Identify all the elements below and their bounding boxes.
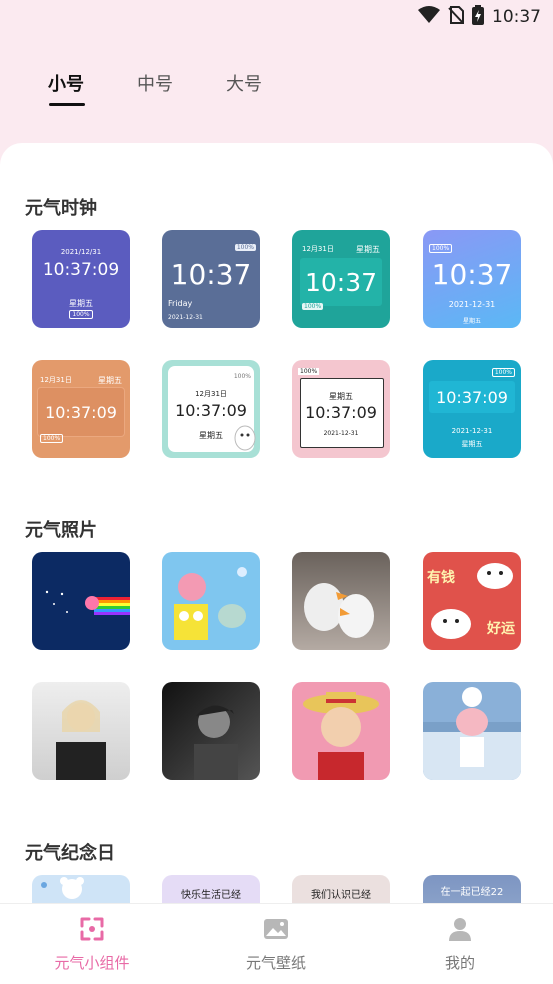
section-title-photo: 元气照片	[25, 520, 97, 541]
no-sim-icon	[448, 6, 464, 28]
clock-time: 10:37:09	[45, 403, 117, 422]
clock-time: 10:37	[431, 258, 513, 291]
clock-weekday: 星期五	[462, 318, 481, 325]
anniversary-text: 我们认识已经	[311, 890, 371, 901]
tab-small[interactable]: 小号	[48, 70, 85, 106]
clock-time: 10:37:09	[305, 403, 377, 422]
nav-me[interactable]: 我的	[400, 916, 520, 973]
clock-widget-4[interactable]: 100% 10:37 2021-12-31 星期五	[423, 230, 521, 328]
battery-label: 100%	[40, 434, 64, 443]
clock-date: 12月31日	[40, 376, 72, 384]
photo-widget-spongebob-patrick[interactable]	[162, 552, 260, 650]
portrait-icon	[56, 700, 106, 780]
clock-widget-7[interactable]: 100% 星期五 10:37:09 2021-12-31	[292, 360, 390, 458]
clock-weekday: 星期五	[356, 245, 380, 254]
clock-time: 10:37	[304, 268, 378, 297]
cow-icon	[431, 563, 513, 639]
battery-label: 100%	[429, 244, 453, 253]
battery-label: 100%	[233, 373, 251, 380]
clock-date: 2021-12-31	[168, 314, 203, 321]
anniversary-text: 在一起已经22	[440, 887, 504, 898]
clock-weekday: Friday	[168, 299, 193, 308]
clock-date: 2021-12-31	[448, 300, 496, 309]
clock-widget-6[interactable]: 100% 12月31日 10:37:09 星期五	[162, 360, 260, 458]
duck-icon	[304, 583, 374, 638]
content-sheet: 元气时钟 2021/12/31 10:37:09 星期五 100% 100% 1…	[0, 143, 553, 983]
photo-widget-lucky-cows[interactable]: 有钱 好运	[423, 552, 521, 650]
nav-label: 元气小组件	[54, 954, 130, 972]
clock-widget-3[interactable]: 12月31日 星期五 10:37 100%	[292, 230, 390, 328]
nav-widgets[interactable]: 元气小组件	[32, 916, 152, 973]
user-icon	[400, 916, 520, 946]
straw-hat-icon	[303, 692, 379, 780]
clock-date: 2021-12-31	[323, 430, 359, 437]
clock-date: 2021-12-31	[451, 427, 493, 435]
clock-widget-5[interactable]: 12月31日 星期五 10:37:09 100%	[32, 360, 130, 458]
status-time: 10:37	[492, 7, 541, 27]
battery-label: 100%	[302, 303, 324, 310]
clock-widget-1[interactable]: 2021/12/31 10:37:09 星期五 100%	[32, 230, 130, 328]
clock-widget-2[interactable]: 100% 10:37 Friday 2021-12-31	[162, 230, 260, 328]
clock-weekday: 星期五	[329, 392, 353, 401]
clock-widget-8[interactable]: 100% 10:37:09 2021-12-31 星期五	[423, 360, 521, 458]
pig-chef-icon	[423, 687, 521, 780]
battery-label: 100%	[234, 244, 256, 251]
nyan-cat-icon	[45, 590, 130, 615]
clock-time: 10:37:09	[175, 401, 247, 420]
clock-weekday: 星期五	[461, 440, 483, 448]
section-title-clock: 元气时钟	[25, 198, 97, 219]
photo-widget-white-ducks[interactable]	[292, 552, 390, 650]
anniversary-text: 快乐生活已经	[181, 890, 241, 901]
clock-date: 12月31日	[302, 245, 334, 253]
clock-weekday: 星期五	[98, 376, 122, 385]
photo-widget-space-nyan-cat[interactable]	[32, 552, 130, 650]
status-bar: 10:37	[0, 0, 553, 30]
photo-widget-luffy[interactable]	[292, 682, 390, 780]
battery-label: 100%	[32, 310, 130, 319]
clock-time: 10:37:09	[436, 388, 508, 407]
battery-label: 100%	[298, 368, 320, 375]
battery-label: 100%	[491, 368, 515, 377]
nav-wallpaper[interactable]: 元气壁纸	[216, 916, 336, 973]
size-tabs: 小号 中号 大号	[48, 70, 315, 106]
clock-time: 10:37:09	[42, 260, 120, 280]
nav-label: 我的	[444, 954, 475, 972]
clock-weekday: 星期五	[69, 299, 93, 308]
photo-widget-girl-heart-hands[interactable]	[32, 682, 130, 780]
widget-icon	[32, 916, 152, 946]
clock-date: 2021/12/31	[60, 248, 102, 256]
nav-label: 元气壁纸	[245, 954, 306, 972]
clock-date: 12月31日	[195, 390, 227, 398]
portrait-icon	[194, 705, 238, 780]
bear-icon	[41, 877, 84, 899]
tab-large[interactable]: 大号	[226, 70, 262, 96]
image-icon	[216, 916, 336, 946]
section-title-anniversary: 元气纪念日	[25, 843, 115, 864]
tab-medium[interactable]: 中号	[137, 70, 173, 96]
bottom-nav: 元气小组件 元气壁纸 我的	[0, 903, 553, 984]
cartoon-dog-icon	[232, 422, 258, 456]
spongebob-icon	[174, 567, 247, 640]
wifi-icon	[418, 6, 440, 28]
battery-icon	[472, 5, 484, 29]
clock-time: 10:37	[170, 258, 252, 291]
photo-widget-pig-chef[interactable]	[423, 682, 521, 780]
photo-widget-boy-portrait-bw[interactable]	[162, 682, 260, 780]
